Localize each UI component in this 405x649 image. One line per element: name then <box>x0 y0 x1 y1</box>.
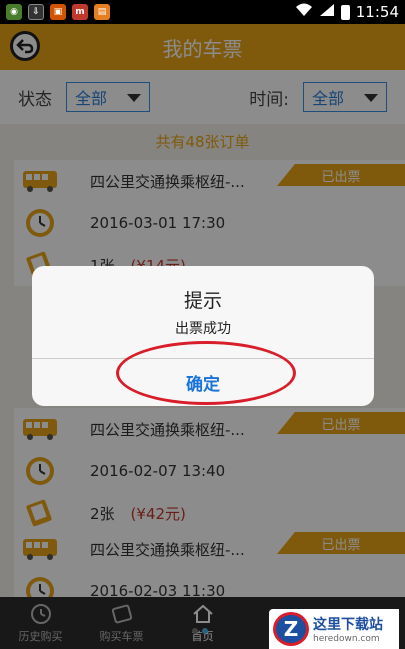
brand-logo-icon: Z <box>273 612 309 646</box>
app-notification-icon: ◉ <box>6 4 22 20</box>
store-notification-icon: ▤ <box>94 4 110 20</box>
dialog-title: 提示 <box>183 290 222 312</box>
gallery-notification-icon: ▣ <box>50 4 66 20</box>
download-notification-icon: ⇩ <box>28 4 44 20</box>
message-notification-icon: m <box>72 4 88 20</box>
signal-icon <box>319 3 335 21</box>
dialog-message: 出票成功 <box>175 321 231 337</box>
watermark-logo: Z 这里下载站 heredown.com <box>269 609 399 649</box>
watermark-brand: 这里下载站 <box>313 617 383 633</box>
highlight-annotation <box>116 341 296 405</box>
status-time: 11:54 <box>355 3 399 21</box>
battery-icon <box>340 4 350 20</box>
watermark-site: heredown.com <box>313 634 380 644</box>
status-bar: ◉ ⇩ ▣ m ▤ 11:54 <box>0 0 405 24</box>
wifi-icon <box>295 3 313 21</box>
